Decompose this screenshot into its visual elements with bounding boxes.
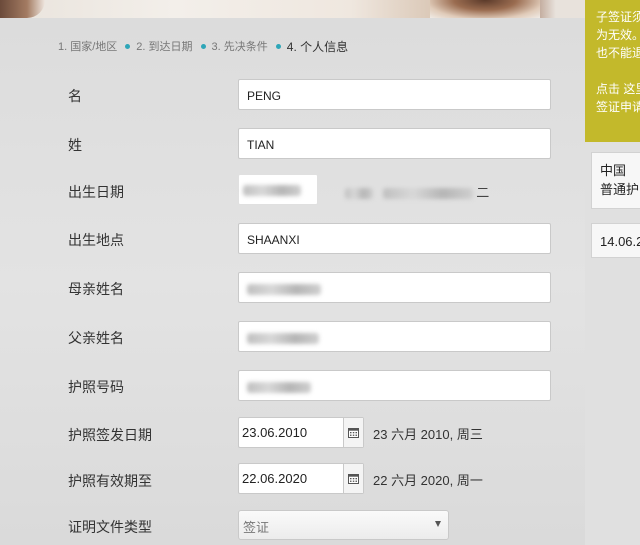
- notice-line: [596, 62, 640, 80]
- first-name-label: 名: [68, 88, 82, 104]
- father-name-row: 父亲姓名: [0, 321, 585, 353]
- expiry-date-input[interactable]: 22.06.2020: [239, 464, 343, 493]
- first-name-row: 名 PENG: [0, 79, 585, 111]
- last-name-input[interactable]: TIAN: [238, 128, 551, 159]
- issue-date-field: 23.06.2010: [238, 417, 364, 448]
- notice-link-line[interactable]: 点击 这里: [596, 80, 640, 98]
- redacted-value: [345, 188, 373, 200]
- breadcrumb-label: 3. 先决条件: [211, 41, 268, 53]
- breadcrumb-label: 1. 国家/地区: [58, 41, 118, 53]
- summary-passport-type: 普通护: [600, 182, 640, 197]
- breadcrumb-label: 2. 到达日期: [136, 41, 193, 53]
- breadcrumb: 1. 国家/地区 2. 到达日期 3. 先决条件 4. 个人信息: [58, 37, 348, 55]
- birth-date-weekday: 二: [476, 185, 490, 200]
- breadcrumb-step-arrival[interactable]: 2. 到达日期: [136, 38, 192, 54]
- mother-name-label: 母亲姓名: [68, 281, 124, 297]
- breadcrumb-step-personal-info: 4. 个人信息: [287, 38, 348, 55]
- first-name-input[interactable]: PENG: [238, 79, 551, 110]
- birth-place-row: 出生地点 SHAANXI: [0, 223, 585, 255]
- notice-box: 子签证须 为无效。 也不能退 点击 这里 签证申请: [585, 0, 640, 142]
- expiry-date-row: 护照有效期至 22.06.2020 22 六月 2020, 周一: [0, 463, 585, 495]
- breadcrumb-separator-dot: [275, 43, 281, 49]
- calendar-icon[interactable]: [343, 418, 363, 447]
- father-name-input[interactable]: [238, 321, 551, 352]
- banner-photo-left: [0, 0, 45, 18]
- last-name-label: 姓: [68, 137, 82, 153]
- notice-line: 为无效。: [596, 28, 640, 42]
- document-type-row: 证明文件类型 签证: [0, 510, 585, 542]
- issue-date-row: 护照签发日期 23.06.2010 23 六月 2010, 周三: [0, 417, 585, 449]
- breadcrumb-step-country[interactable]: 1. 国家/地区: [58, 38, 117, 54]
- birth-date-text: 二: [345, 182, 489, 201]
- redacted-value: [247, 333, 319, 345]
- redacted-value: [382, 188, 473, 200]
- notice-line: 子签证须: [596, 10, 640, 24]
- passport-number-input[interactable]: [238, 370, 551, 401]
- redacted-value: [247, 382, 311, 394]
- summary-country: 中国: [600, 163, 627, 178]
- mother-name-row: 母亲姓名: [0, 272, 585, 304]
- birth-place-input[interactable]: SHAANXI: [238, 223, 551, 254]
- birth-date-label: 出生日期: [68, 184, 124, 200]
- mother-name-input[interactable]: [238, 272, 551, 303]
- redacted-value: [243, 185, 301, 196]
- father-name-label: 父亲姓名: [68, 330, 124, 346]
- summary-card-date: 14.06.2: [591, 223, 640, 258]
- expiry-date-label: 护照有效期至: [68, 473, 152, 489]
- birth-place-label: 出生地点: [68, 232, 124, 248]
- calendar-icon[interactable]: [343, 464, 363, 493]
- issue-date-text: 23 六月 2010, 周三: [373, 427, 483, 442]
- last-name-row: 姓 TIAN: [0, 128, 585, 160]
- breadcrumb-separator-dot: [125, 43, 131, 49]
- issue-date-input[interactable]: 23.06.2010: [239, 418, 343, 447]
- document-type-value: 签证: [243, 520, 270, 535]
- banner-photo-right: [430, 0, 540, 18]
- summary-card-passport: 中国 普通护: [591, 152, 640, 209]
- birth-date-row: 出生日期 二: [0, 174, 585, 206]
- summary-date: 14.06.2: [600, 234, 640, 249]
- notice-line: 签证申请: [596, 100, 640, 114]
- document-type-select[interactable]: 签证: [238, 510, 449, 540]
- passport-number-label: 护照号码: [68, 379, 124, 395]
- breadcrumb-step-prerequisites[interactable]: 3. 先决条件: [212, 38, 268, 54]
- expiry-date-field: 22.06.2020: [238, 463, 364, 494]
- document-type-label: 证明文件类型: [68, 519, 152, 535]
- chevron-down-icon: [435, 521, 441, 527]
- breadcrumb-label: 4. 个人信息: [286, 39, 349, 54]
- notice-line: 也不能退: [596, 46, 640, 60]
- header-banner-image: [0, 0, 585, 18]
- expiry-date-text: 22 六月 2020, 周一: [373, 473, 483, 488]
- redacted-value: [247, 284, 321, 296]
- passport-number-row: 护照号码: [0, 370, 585, 402]
- birth-date-input[interactable]: [238, 174, 318, 205]
- issue-date-label: 护照签发日期: [68, 427, 152, 443]
- breadcrumb-separator-dot: [200, 43, 206, 49]
- notice-line-cut: [596, 0, 640, 8]
